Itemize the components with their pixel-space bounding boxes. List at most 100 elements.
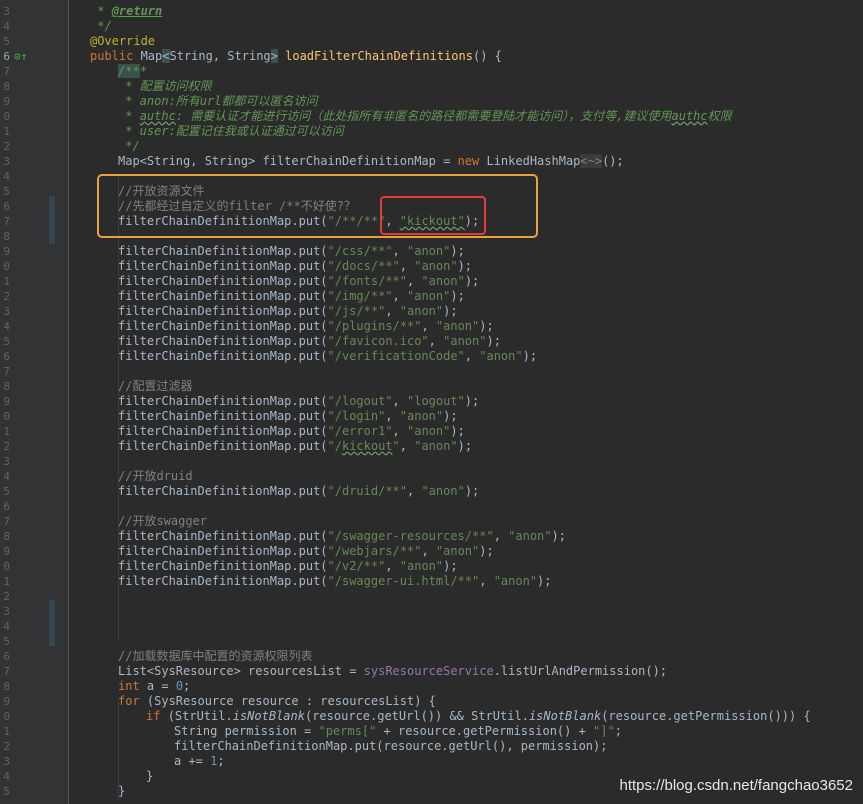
code-token: () { [472, 49, 502, 63]
code-token: + resource.getPermission() + [376, 724, 594, 738]
code-line[interactable]: if (StrUtil.isNotBlank(resource.getUrl()… [146, 709, 811, 724]
code-token: , [385, 304, 400, 318]
code-line[interactable]: * @return [90, 4, 162, 19]
code-line[interactable]: filterChainDefinitionMap.put("/css/**", … [118, 244, 465, 259]
code-token: //配置过滤器 [118, 379, 193, 393]
code-token: ; [183, 679, 191, 693]
code-line[interactable]: filterChainDefinitionMap.put("/img/**", … [118, 289, 465, 304]
code-token: "anon" [414, 259, 458, 273]
code-token: //开放druid [118, 469, 193, 483]
code-line[interactable]: //加载数据库中配置的资源权限列表 [118, 649, 312, 664]
watermark: https://blog.csdn.net/fangchao3652 [619, 777, 853, 794]
code-token: String permission = [174, 724, 319, 738]
code-line[interactable]: filterChainDefinitionMap.put("/fonts/**"… [118, 274, 479, 289]
code-token: filterChainDefinitionMap.put( [118, 529, 328, 543]
code-line[interactable]: */ [90, 19, 111, 34]
code-token: "/login" [327, 409, 386, 423]
code-line[interactable]: filterChainDefinitionMap.put("/v2/**", "… [118, 559, 458, 574]
code-token: ); [457, 259, 473, 273]
code-line[interactable]: //开放druid [118, 469, 193, 484]
code-token: @return [111, 4, 163, 18]
code-line[interactable]: filterChainDefinitionMap.put("/druid/**"… [118, 484, 479, 499]
code-line[interactable]: } [146, 769, 153, 784]
code-token: filterChainDefinitionMap.put( [118, 559, 328, 573]
code-line[interactable]: List<SysResource> resourcesList = sysRes… [118, 664, 667, 679]
code-line[interactable]: * authc: 需要认证才能进行访问（此处指所有非匿名的路径都需要登陆才能访问… [118, 109, 731, 124]
code-token: ); [522, 349, 538, 363]
code-token: ); [450, 424, 465, 438]
code-token: < [162, 49, 170, 63]
code-line[interactable]: filterChainDefinitionMap.put("/error1", … [118, 424, 465, 439]
code-line[interactable]: filterChainDefinitionMap.put("/docs/**",… [118, 259, 472, 274]
code-line[interactable]: filterChainDefinitionMap.put("/logout", … [118, 394, 479, 409]
code-line[interactable]: filterChainDefinitionMap.put("/favicon.i… [118, 334, 501, 349]
code-line[interactable]: */ [118, 139, 139, 154]
code-token: "perms[" [318, 724, 377, 738]
code-token: /** [118, 64, 140, 78]
code-line[interactable]: for (SysResource resource : resourcesLis… [118, 694, 436, 709]
code-line[interactable]: String permission = "perms[" + resource.… [174, 724, 622, 739]
code-token: "/error1" [327, 424, 393, 438]
code-line[interactable]: /*** [118, 64, 147, 79]
code-token: "anon" [508, 529, 552, 543]
code-line[interactable]: filterChainDefinitionMap.put("/js/**", "… [118, 304, 458, 319]
code-line[interactable]: @Override [90, 34, 155, 49]
code-token: 0 [175, 679, 184, 693]
code-token: authc [139, 109, 176, 123]
code-line[interactable]: } [118, 784, 125, 799]
code-line[interactable]: filterChainDefinitionMap.put("/login", "… [118, 409, 458, 424]
code-token: * [118, 109, 140, 123]
code-token: if [146, 709, 168, 723]
code-line[interactable]: filterChainDefinitionMap.put(resource.ge… [174, 739, 607, 754]
code-token: , [421, 319, 436, 333]
code-token: ); [479, 319, 494, 333]
code-line[interactable]: filterChainDefinitionMap.put("/verificat… [118, 349, 537, 364]
code-line[interactable]: filterChainDefinitionMap.put("/swagger-r… [118, 529, 566, 544]
code-token: <~> [580, 154, 603, 168]
code-line[interactable]: //开放swagger [118, 514, 207, 529]
code-token: "/img/**" [327, 289, 393, 303]
code-token: //加载数据库中配置的资源权限列表 [118, 649, 313, 663]
code-token: , [479, 574, 494, 588]
code-token: , [464, 349, 480, 363]
code-line[interactable]: * anon:所有url都都可以匿名访问 [118, 94, 317, 109]
code-token: ); [551, 529, 566, 543]
code-line[interactable]: a += 1; [174, 754, 225, 769]
code-token: , [407, 484, 422, 498]
code-line[interactable]: * 配置访问权限 [118, 79, 212, 94]
code-line[interactable]: filterChainDefinitionMap.put("/webjars/*… [118, 544, 494, 559]
code-token: "/v2/**" [327, 559, 386, 573]
code-token: "/ [327, 439, 342, 453]
code-token: , [392, 394, 407, 408]
code-token: * anon:所有url都都可以匿名访问 [118, 94, 318, 108]
code-token: "anon" [421, 484, 465, 498]
code-token: , [385, 559, 400, 573]
code-line[interactable]: Map<String, String> filterChainDefinitio… [118, 154, 624, 169]
code-token: * 配置访问权限 [118, 79, 212, 93]
code-line[interactable]: public Map<String, String> loadFilterCha… [90, 49, 502, 64]
code-line[interactable]: filterChainDefinitionMap.put("/plugins/*… [118, 319, 494, 334]
code-token: "anon" [435, 319, 480, 333]
code-token: ); [443, 559, 458, 573]
code-line[interactable]: //配置过滤器 [118, 379, 192, 394]
code-token: "anon" [414, 439, 458, 453]
code-token: isNotBlank [232, 709, 305, 723]
code-line[interactable]: * user:配置记住我或认证通过可以访问 [118, 124, 344, 139]
code-token: "/verificationCode" [327, 349, 465, 363]
code-line[interactable]: filterChainDefinitionMap.put("/swagger-u… [118, 574, 552, 589]
code-editor[interactable]: * @return */@Override public Map<String, … [0, 0, 863, 804]
code-token: (StrUtil. [167, 709, 233, 723]
code-line[interactable]: int a = 0; [118, 679, 190, 694]
code-token: for [118, 694, 147, 708]
code-token: "/favicon.ico" [327, 334, 429, 348]
code-line[interactable]: filterChainDefinitionMap.put("/kickout",… [118, 439, 472, 454]
code-token: "/css/**" [327, 244, 393, 258]
code-token: "/js/**" [327, 304, 386, 318]
code-token: "anon" [407, 244, 451, 258]
code-token: "/docs/**" [327, 259, 400, 273]
code-token: LinkedHashMap [486, 154, 581, 168]
code-token: "logout" [407, 394, 465, 408]
code-token: "/webjars/**" [327, 544, 422, 558]
code-token: ); [464, 394, 480, 408]
code-token: * user:配置记住我或认证通过可以访问 [118, 124, 344, 138]
